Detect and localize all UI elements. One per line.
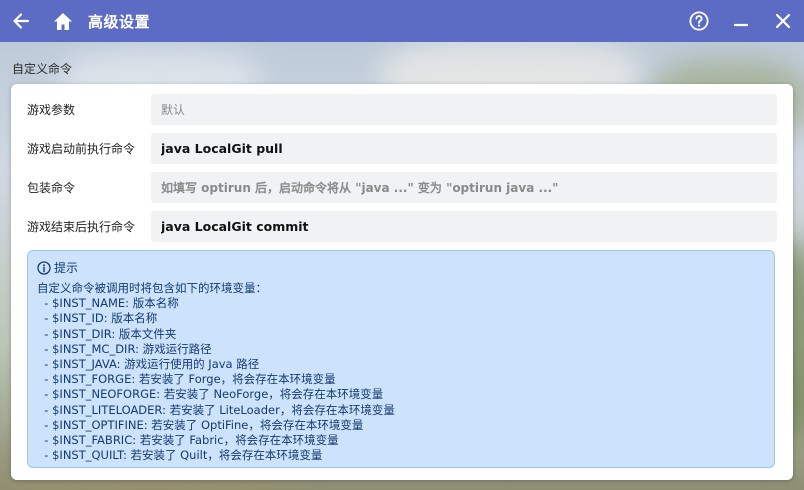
custom-commands-card: 游戏参数 游戏启动前执行命令 包装命令 游戏结束后执行命令 提示 (11, 84, 793, 480)
minimize-icon (733, 23, 749, 27)
help-button[interactable] (678, 0, 720, 42)
game-args-label: 游戏参数 (27, 103, 76, 117)
home-button[interactable] (42, 0, 84, 42)
minimize-button[interactable] (720, 0, 762, 42)
pre-launch-command-label: 游戏启动前执行命令 (27, 142, 136, 156)
hint-line: - $INST_NAME: 版本名称 (37, 296, 179, 311)
hint-line: - $INST_LITELOADER: 若安装了 LiteLoader，将会存在… (37, 402, 395, 417)
home-icon (54, 12, 72, 30)
close-button[interactable] (762, 0, 804, 42)
help-circle-icon (689, 11, 709, 31)
hint-line: - $INST_FABRIC: 若安装了 Fabric，将会存在本环境变量 (37, 433, 339, 448)
title-bar: 高级设置 (0, 0, 804, 42)
post-exit-command-input[interactable] (151, 211, 777, 242)
wrapper-command-row: 包装命令 (27, 172, 777, 203)
hint-line: 自定义命令被调用时将包含如下的环境变量： (37, 281, 267, 295)
hint-line: - $INST_FORGE: 若安装了 Forge，将会存在本环境变量 (37, 372, 336, 387)
hint-box: 提示 自定义命令被调用时将包含如下的环境变量： - $INST_NAME: 版本… (27, 250, 775, 468)
hint-line: - $INST_OPTIFINE: 若安装了 OptiFine，将会存在本环境变… (37, 417, 364, 432)
hint-line: - $INST_ID: 版本名称 (37, 311, 158, 326)
game-args-row: 游戏参数 (27, 94, 777, 125)
info-circle-icon (37, 260, 51, 275)
game-args-input[interactable] (151, 94, 777, 125)
hint-line: - $INST_DIR: 版本文件夹 (37, 326, 177, 341)
hint-line: - $INST_QUILT: 若安装了 Quilt，将会存在本环境变量 (37, 448, 323, 463)
post-exit-command-label: 游戏结束后执行命令 (27, 220, 136, 234)
back-button[interactable] (0, 0, 42, 42)
arrow-left-icon (13, 13, 30, 29)
hint-title: 提示 (54, 261, 79, 275)
section-title: 自定义命令 (12, 62, 73, 76)
hint-line: - $INST_JAVA: 游戏运行使用的 Java 路径 (37, 357, 260, 372)
pre-launch-command-input[interactable] (151, 133, 777, 164)
wrapper-command-label: 包装命令 (27, 181, 76, 195)
wrapper-command-input[interactable] (151, 172, 777, 203)
close-icon (775, 13, 791, 29)
hint-header: 提示 (37, 259, 765, 276)
pre-launch-command-row: 游戏启动前执行命令 (27, 133, 777, 164)
hint-line: - $INST_NEOFORGE: 若安装了 NeoForge，将会存在本环境变… (37, 387, 384, 402)
app-window: 高级设置 自定义命令 游戏参数 游戏启动前执行命令 (0, 0, 804, 490)
window-title: 高级设置 (88, 12, 151, 31)
hint-line: - $INST_MC_DIR: 游戏运行路径 (37, 341, 212, 356)
post-exit-command-row: 游戏结束后执行命令 (27, 211, 777, 242)
